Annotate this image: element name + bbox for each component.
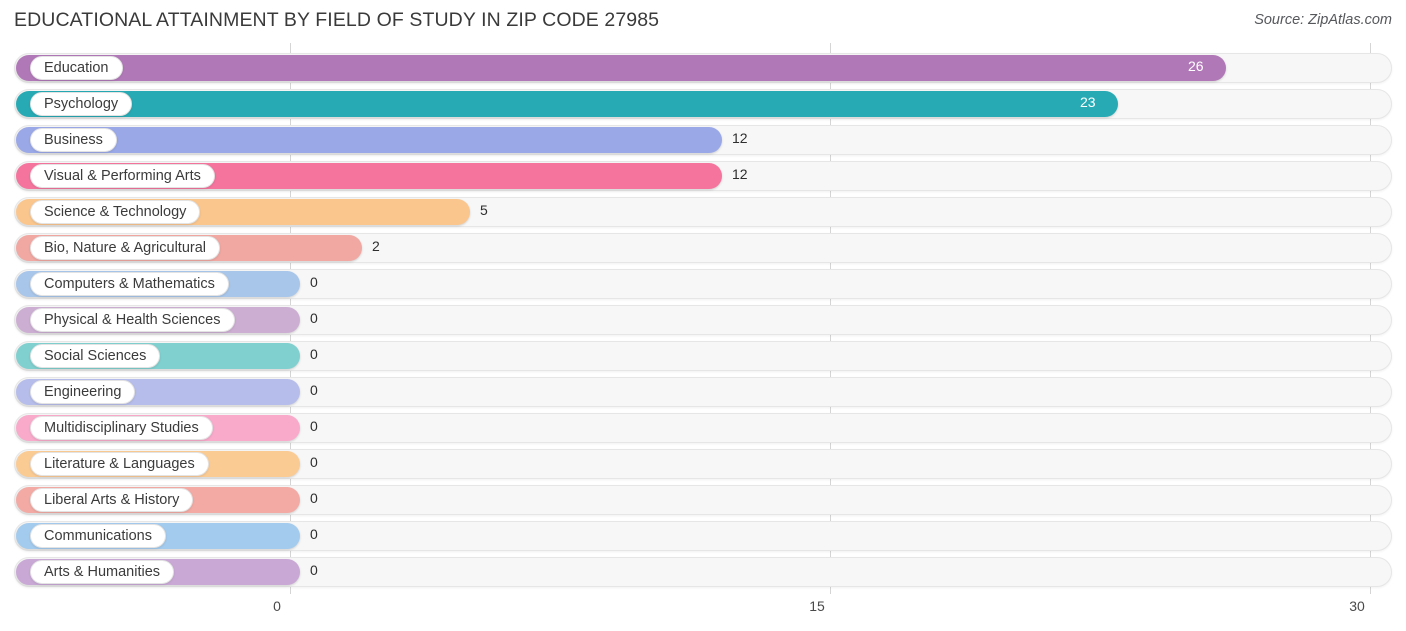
category-label: Business <box>44 131 103 148</box>
bar-value-label: 0 <box>310 346 318 362</box>
bar[interactable] <box>16 91 1118 117</box>
category-label: Computers & Mathematics <box>44 275 215 292</box>
category-label: Social Sciences <box>44 347 147 364</box>
category-label: Bio, Nature & Agricultural <box>44 239 206 256</box>
bar[interactable] <box>16 55 1226 81</box>
bar-value-label: 23 <box>1080 94 1096 110</box>
bar-value-label: 0 <box>310 562 318 578</box>
bar-row: Engineering 0 <box>0 377 1406 407</box>
category-label: Arts & Humanities <box>44 563 161 580</box>
category-label-pill: Education <box>30 56 123 80</box>
bar-row: Psychology 23 <box>0 89 1406 119</box>
category-label: Science & Technology <box>44 203 187 220</box>
bar-value-label: 0 <box>310 526 318 542</box>
bar-value-label: 2 <box>372 238 380 254</box>
x-tick-label: 0 <box>273 598 281 614</box>
bar-value-label: 0 <box>310 418 318 434</box>
bar-row: Social Sciences 0 <box>0 341 1406 371</box>
category-label: Psychology <box>44 95 119 112</box>
category-label: Physical & Health Sciences <box>44 311 221 328</box>
source-attribution: Source: ZipAtlas.com <box>1254 12 1392 28</box>
bar-row: Arts & Humanities 0 <box>0 557 1406 587</box>
category-label-pill: Multidisciplinary Studies <box>30 416 213 440</box>
page-title: EDUCATIONAL ATTAINMENT BY FIELD OF STUDY… <box>14 9 660 31</box>
category-label-pill: Literature & Languages <box>30 452 209 476</box>
x-axis: 0 15 30 <box>0 594 1406 631</box>
bar-row: Computers & Mathematics 0 <box>0 269 1406 299</box>
category-label-pill: Science & Technology <box>30 200 201 224</box>
bar-row: Visual & Performing Arts 12 <box>0 161 1406 191</box>
category-label-pill: Computers & Mathematics <box>30 272 229 296</box>
bar-row: Liberal Arts & History 0 <box>0 485 1406 515</box>
x-tick-label: 15 <box>809 598 825 614</box>
bar[interactable] <box>16 127 722 153</box>
bar-value-label: 0 <box>310 382 318 398</box>
bar-value-label: 12 <box>732 166 748 182</box>
category-label-pill: Communications <box>30 524 166 548</box>
category-label: Liberal Arts & History <box>44 491 180 508</box>
bar-row: Education 26 <box>0 53 1406 83</box>
category-label: Multidisciplinary Studies <box>44 419 199 436</box>
bar-row: Science & Technology 5 <box>0 197 1406 227</box>
category-label-pill: Business <box>30 128 117 152</box>
category-label: Engineering <box>44 383 122 400</box>
category-label-pill: Psychology <box>30 92 133 116</box>
category-label-pill: Bio, Nature & Agricultural <box>30 236 220 260</box>
bar-value-label: 0 <box>310 454 318 470</box>
bar-row: Bio, Nature & Agricultural 2 <box>0 233 1406 263</box>
bar-row: Business 12 <box>0 125 1406 155</box>
category-label-pill: Engineering <box>30 380 136 404</box>
category-label-pill: Social Sciences <box>30 344 161 368</box>
bar-row: Multidisciplinary Studies 0 <box>0 413 1406 443</box>
bar-value-label: 0 <box>310 274 318 290</box>
category-label: Literature & Languages <box>44 455 195 472</box>
bar-value-label: 12 <box>732 130 748 146</box>
bar-row: Communications 0 <box>0 521 1406 551</box>
category-label: Communications <box>44 527 152 544</box>
category-label-pill: Liberal Arts & History <box>30 488 194 512</box>
bar-row: Physical & Health Sciences 0 <box>0 305 1406 335</box>
chart-header: EDUCATIONAL ATTAINMENT BY FIELD OF STUDY… <box>0 0 1406 43</box>
x-tick-label: 30 <box>1349 598 1365 614</box>
category-label-pill: Visual & Performing Arts <box>30 164 215 188</box>
bar-value-label: 0 <box>310 490 318 506</box>
bar-value-label: 5 <box>480 202 488 218</box>
bar-value-label: 0 <box>310 310 318 326</box>
bar-row: Literature & Languages 0 <box>0 449 1406 479</box>
category-label-pill: Physical & Health Sciences <box>30 308 235 332</box>
category-label-pill: Arts & Humanities <box>30 560 175 584</box>
category-label: Education <box>44 59 109 76</box>
bar-value-label: 26 <box>1188 58 1204 74</box>
chart-plot-area: Education 26 Psychology 23 Business 12 Visual … <box>0 43 1406 594</box>
category-label: Visual & Performing Arts <box>44 167 201 184</box>
